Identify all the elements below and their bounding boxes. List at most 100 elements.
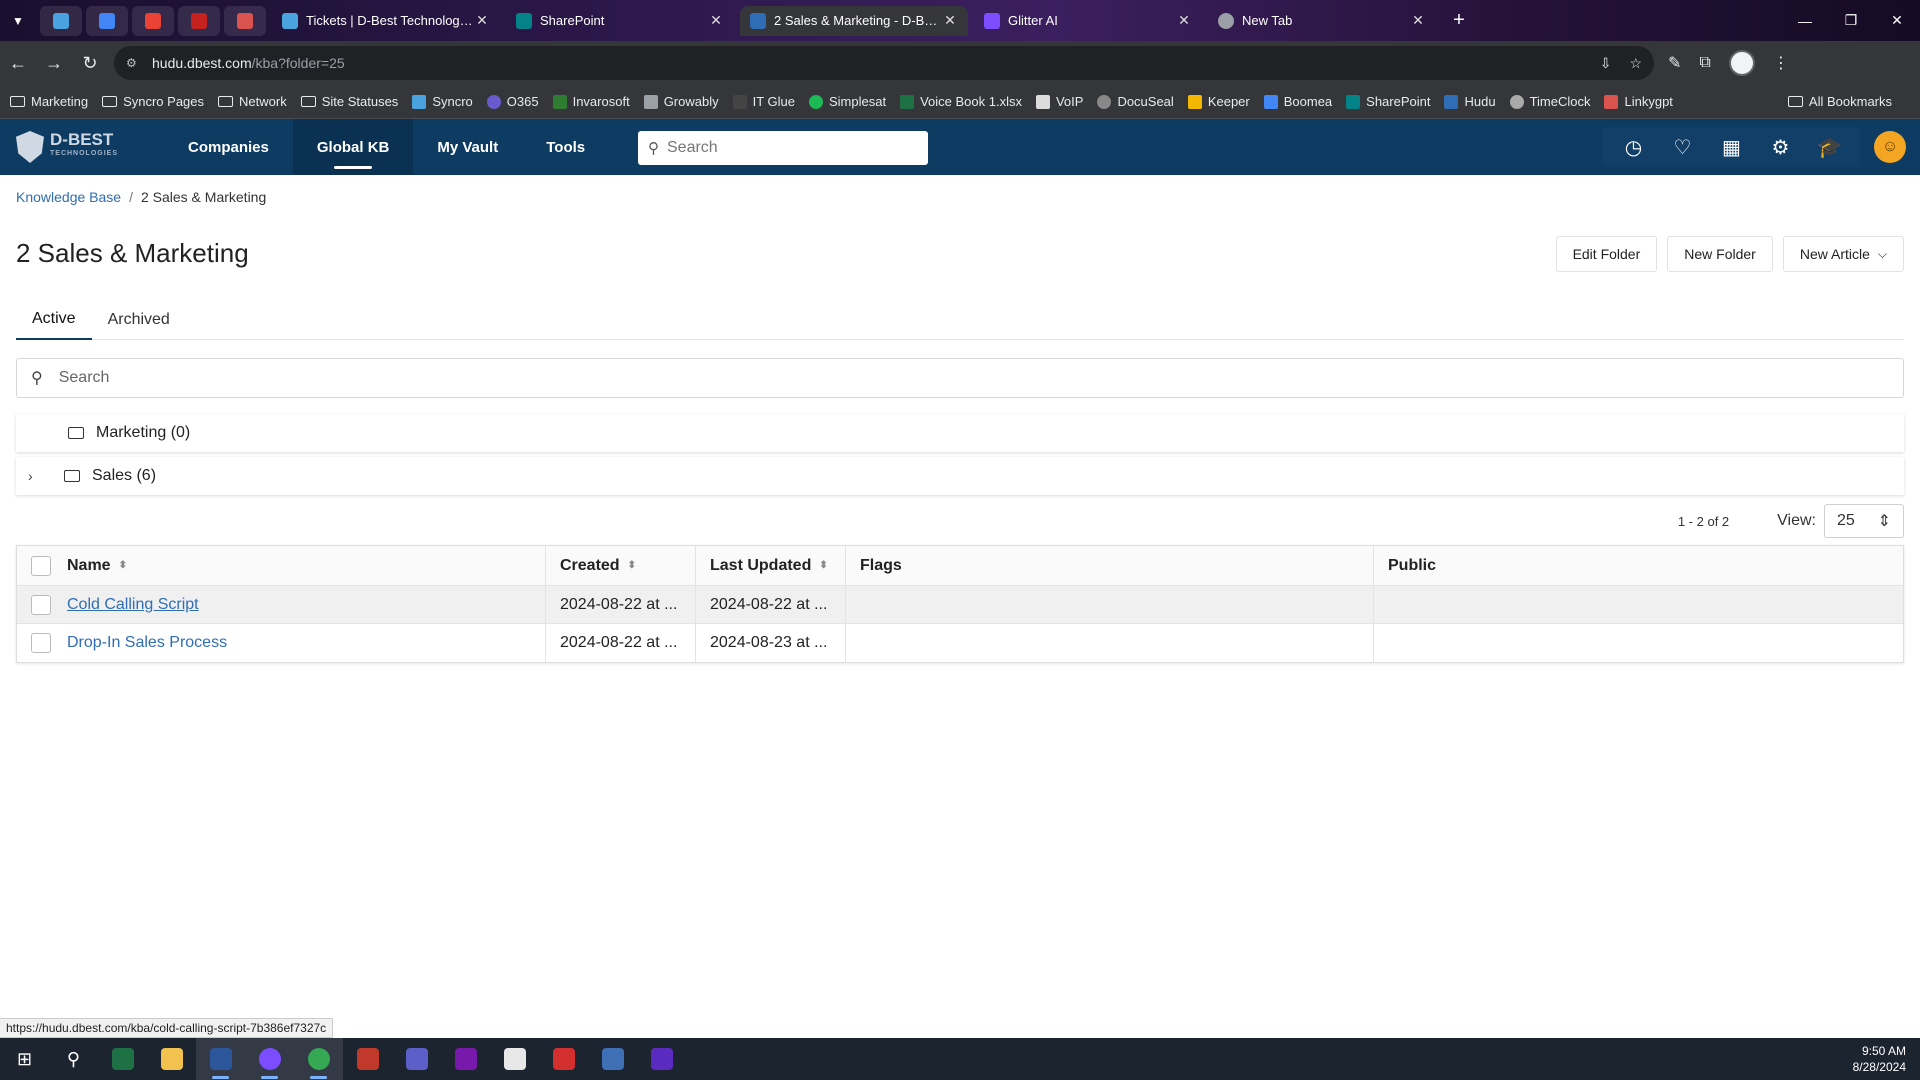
sort-icon[interactable]: ⬍ xyxy=(119,560,127,571)
taskbar-excel[interactable] xyxy=(98,1038,147,1080)
tab-sharepoint[interactable]: SharePoint ✕ xyxy=(506,6,734,36)
nav-my-vault[interactable]: My Vault xyxy=(413,119,522,175)
bookmark-linkygpt[interactable]: Linkygpt xyxy=(1604,94,1673,109)
tab-tickets[interactable]: Tickets | D-Best Technologies ✕ xyxy=(272,6,500,36)
bookmark-voice-book[interactable]: Voice Book 1.xlsx xyxy=(900,94,1022,109)
chevron-right-icon[interactable]: › xyxy=(28,468,48,484)
calendar-icon[interactable]: ▦ xyxy=(1707,127,1756,167)
tab-glitter-ai[interactable]: Glitter AI ✕ xyxy=(974,6,1202,36)
reload-button[interactable]: ↻ xyxy=(72,45,108,81)
bookmark-syncro[interactable]: Syncro xyxy=(412,94,473,109)
pinned-tab-boomea[interactable] xyxy=(86,5,128,36)
close-icon[interactable]: ✕ xyxy=(474,12,490,29)
table-row[interactable]: Drop-In Sales Process 2024-08-22 at ... … xyxy=(17,624,1903,662)
back-button[interactable]: ← xyxy=(0,45,36,81)
extensions-icon[interactable]: ⧉ xyxy=(1699,54,1710,72)
column-created[interactable]: Created xyxy=(560,557,620,575)
close-icon[interactable]: ✕ xyxy=(942,12,958,29)
new-article-button[interactable]: New Article ⌵ xyxy=(1782,236,1904,272)
edit-folder-button[interactable]: Edit Folder xyxy=(1555,236,1658,272)
dbest-logo[interactable]: D-BEST TECHNOLOGIES xyxy=(0,119,140,175)
bookmark-boomea[interactable]: Boomea xyxy=(1263,94,1332,109)
close-icon[interactable]: ✕ xyxy=(708,12,724,29)
table-row[interactable]: Cold Calling Script 2024-08-22 at ... 20… xyxy=(17,586,1903,624)
per-page-select[interactable]: 25 ⇕ xyxy=(1824,504,1904,538)
new-tab-button[interactable]: + xyxy=(1444,6,1474,36)
academy-cap-icon[interactable]: 🎓 xyxy=(1805,127,1854,167)
pen-icon[interactable]: ✎ xyxy=(1668,53,1681,73)
restore-icon[interactable]: ❐ xyxy=(1828,12,1874,29)
folder-row-sales[interactable]: › Sales (6) xyxy=(16,457,1904,495)
url-input[interactable]: ⚙ hudu.dbest.com /kba?folder=25 ⇩ ☆ xyxy=(114,46,1654,80)
sort-icon[interactable]: ⬍ xyxy=(819,560,827,571)
system-clock[interactable]: 9:50 AM 8/28/2024 xyxy=(1853,1043,1906,1075)
article-search-input[interactable]: ⚲ Search xyxy=(16,358,1904,398)
bookmark-keeper[interactable]: Keeper xyxy=(1187,94,1250,109)
minimize-icon[interactable]: — xyxy=(1782,13,1828,29)
bookmark-o365[interactable]: O365 xyxy=(486,94,539,109)
select-all-checkbox[interactable] xyxy=(31,555,51,576)
folder-row-marketing[interactable]: Marketing (0) xyxy=(16,414,1904,452)
taskbar-onenote[interactable] xyxy=(441,1038,490,1080)
bookmark-marketing[interactable]: Marketing xyxy=(10,94,88,109)
taskbar-calculator[interactable] xyxy=(588,1038,637,1080)
tab-sales-marketing[interactable]: 2 Sales & Marketing - D-Best Te ✕ xyxy=(740,5,968,36)
favorites-heart-icon[interactable]: ♡ xyxy=(1658,127,1707,167)
column-last-updated[interactable]: Last Updated xyxy=(710,557,811,575)
taskbar-acrobat[interactable] xyxy=(539,1038,588,1080)
column-name[interactable]: Name xyxy=(67,557,111,575)
taskbar-search[interactable]: ⚲ xyxy=(49,1038,98,1080)
tab-active[interactable]: Active xyxy=(16,300,92,340)
tab-archived[interactable]: Archived xyxy=(92,300,186,340)
all-bookmarks[interactable]: All Bookmarks xyxy=(1787,94,1892,109)
bookmark-growably[interactable]: Growably xyxy=(643,94,719,109)
pinned-tab-gmail-2[interactable] xyxy=(178,5,220,36)
taskbar-app-purple[interactable] xyxy=(245,1038,294,1080)
start-button[interactable]: ⊞ xyxy=(0,1038,49,1080)
close-window-icon[interactable]: ✕ xyxy=(1874,12,1920,29)
pinned-tab-linky[interactable] xyxy=(224,5,266,36)
bookmark-docuseal[interactable]: DocuSeal xyxy=(1097,94,1174,109)
tab-search-icon[interactable]: ▼ xyxy=(0,0,36,41)
bookmark-site-statuses[interactable]: Site Statuses xyxy=(300,94,398,109)
taskbar-chrome[interactable] xyxy=(294,1038,343,1080)
new-folder-button[interactable]: New Folder xyxy=(1667,236,1773,272)
pinned-tab-syncro[interactable] xyxy=(40,5,82,36)
nav-companies[interactable]: Companies xyxy=(164,119,293,175)
tab-new-tab[interactable]: New Tab ✕ xyxy=(1208,6,1436,36)
user-avatar[interactable]: ☺ xyxy=(1874,131,1906,163)
taskbar-app-violet[interactable] xyxy=(637,1038,686,1080)
bookmark-voip[interactable]: VoIP xyxy=(1035,94,1083,109)
bookmark-it-glue[interactable]: IT Glue xyxy=(732,94,795,109)
bookmark-sharepoint[interactable]: SharePoint xyxy=(1346,94,1430,109)
forward-button[interactable]: → xyxy=(36,45,72,81)
row-checkbox[interactable] xyxy=(31,633,51,653)
taskbar-word[interactable] xyxy=(196,1038,245,1080)
sort-icon[interactable]: ⬍ xyxy=(628,560,636,571)
bookmark-invarosoft[interactable]: Invarosoft xyxy=(552,94,630,109)
bookmark-star-icon[interactable]: ☆ xyxy=(1629,55,1642,72)
taskbar-teams[interactable] xyxy=(392,1038,441,1080)
recent-clock-icon[interactable]: ◷ xyxy=(1609,127,1658,167)
breadcrumb-knowledge-base[interactable]: Knowledge Base xyxy=(16,189,121,205)
pinned-tab-gmail-1[interactable] xyxy=(132,5,174,36)
taskbar-explorer[interactable] xyxy=(147,1038,196,1080)
close-icon[interactable]: ✕ xyxy=(1176,12,1192,29)
processes-icon[interactable]: ⚙ xyxy=(1756,127,1805,167)
row-checkbox[interactable] xyxy=(31,594,51,615)
nav-global-kb[interactable]: Global KB xyxy=(292,119,414,175)
article-link[interactable]: Drop-In Sales Process xyxy=(67,634,227,652)
site-info-icon[interactable]: ⚙ xyxy=(126,56,142,70)
install-app-icon[interactable]: ⇩ xyxy=(1600,55,1612,72)
bookmark-simplesat[interactable]: Simplesat xyxy=(809,94,886,109)
bookmark-hudu[interactable]: Hudu xyxy=(1444,94,1496,109)
bookmark-timeclock[interactable]: TimeClock xyxy=(1509,94,1590,109)
menu-kebab-icon[interactable]: ⋮ xyxy=(1773,53,1789,73)
bookmark-network[interactable]: Network xyxy=(218,94,287,109)
bookmark-syncro-pages[interactable]: Syncro Pages xyxy=(102,94,204,109)
close-icon[interactable]: ✕ xyxy=(1410,12,1426,29)
global-search-input[interactable]: ⚲ Search xyxy=(638,131,928,165)
profile-avatar[interactable] xyxy=(1728,50,1755,76)
taskbar-vnc[interactable] xyxy=(490,1038,539,1080)
taskbar-app-red[interactable] xyxy=(343,1038,392,1080)
